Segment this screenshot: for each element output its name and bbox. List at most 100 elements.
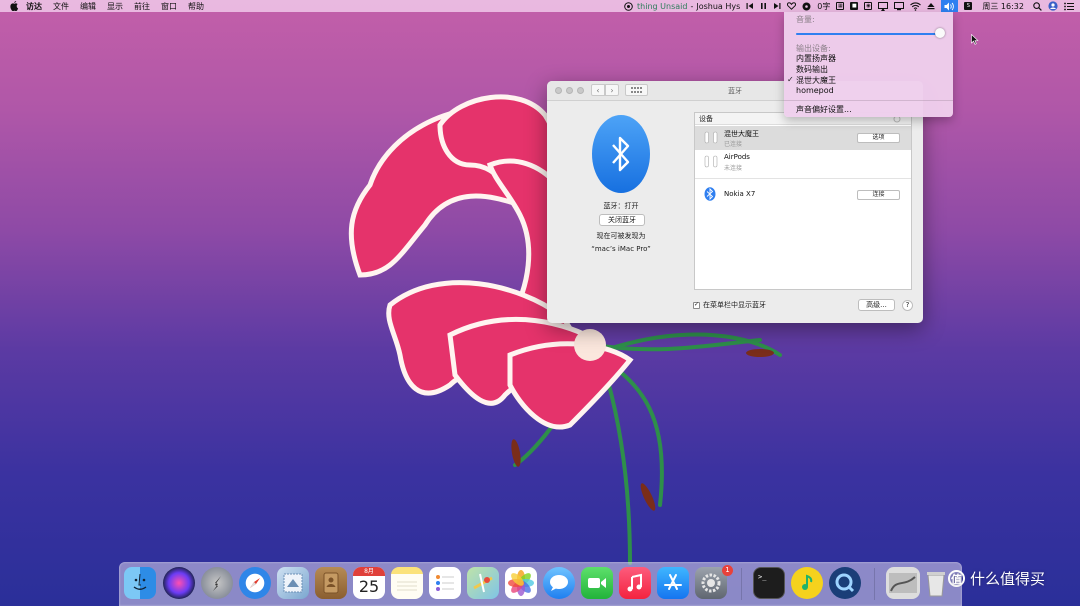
heart-icon[interactable] [787, 0, 797, 12]
device-name: AirPods [724, 153, 750, 161]
camera-icon[interactable]: ◉ [864, 0, 873, 12]
earbuds-icon [704, 131, 718, 144]
airpods-icon [704, 155, 718, 168]
turn-off-bluetooth-button[interactable]: 关闭蓝牙 [599, 214, 645, 226]
messages-icon[interactable] [543, 567, 575, 599]
apple-icon[interactable] [10, 1, 20, 11]
volume-slider-knob[interactable] [934, 28, 945, 38]
menu-bar: 访达 文件 编辑 显示 前往 窗口 帮助 thing Unsaid - Josh… [0, 0, 1080, 12]
song-artist: Joshua Hys [696, 1, 741, 11]
discoverable-label: 现在可被发现为 [596, 232, 646, 240]
menu-help[interactable]: 帮助 [188, 1, 204, 12]
input-method-icon[interactable]: S [964, 0, 973, 12]
maps-icon[interactable] [467, 567, 499, 599]
dock-separator [874, 568, 875, 600]
watermark: 值 什么值得买 [948, 568, 1045, 589]
now-playing[interactable]: thing Unsaid - Joshua Hys [624, 0, 740, 12]
trash-icon[interactable] [922, 567, 950, 599]
volume-slider[interactable] [796, 33, 941, 35]
reminders-icon[interactable] [429, 567, 461, 599]
user-avatar-icon[interactable] [1048, 0, 1058, 12]
menu-view[interactable]: 显示 [107, 1, 123, 12]
mouse-cursor-icon [971, 34, 979, 45]
computer-name: “mac’s iMac Pro” [591, 245, 651, 253]
fan-icon[interactable] [802, 0, 811, 12]
show-in-menubar-checkbox[interactable]: ✓ [693, 301, 700, 309]
device-name: 混世大魔王 [724, 130, 759, 138]
bluetooth-device-icon [704, 187, 716, 201]
device-connect-button[interactable]: 连接 [857, 190, 900, 200]
facetime-icon[interactable] [581, 567, 613, 599]
notification-badge: 1 [722, 565, 733, 576]
finder-icon[interactable] [124, 567, 156, 599]
output-option-hunshi[interactable]: 混世大魔王 [796, 75, 836, 86]
safari-icon[interactable] [239, 567, 271, 599]
song-separator: - [690, 1, 694, 11]
output-option-digital[interactable]: 数码输出 [796, 64, 828, 75]
list-divider [695, 178, 911, 179]
volume-icon[interactable] [941, 0, 959, 12]
word-count-status[interactable]: 0字 [817, 0, 830, 12]
launchpad-icon[interactable] [201, 567, 233, 599]
display-icon[interactable] [894, 0, 905, 12]
qq-music-icon[interactable] [791, 567, 823, 599]
devices-list: 设备 混世大魔王 已连接 选项 AirPods 未连接 Nokia X7 连接 [694, 112, 912, 290]
menu-file[interactable]: 文件 [53, 1, 69, 12]
eject-icon[interactable] [927, 0, 935, 12]
square-app-icon[interactable]: ■ [850, 0, 859, 12]
spotlight-search-icon[interactable] [1033, 0, 1042, 12]
siri-icon[interactable] [163, 567, 195, 599]
menu-window[interactable]: 窗口 [161, 1, 177, 12]
watermark-logo: 值 [948, 570, 965, 587]
device-row-hunshi[interactable]: 混世大魔王 已连接 选项 [695, 126, 911, 150]
contacts-icon[interactable] [315, 567, 347, 599]
music-app-icon [624, 1, 633, 11]
bluetooth-status: 蓝牙：打开 [603, 202, 639, 210]
terminal-prompt: >_ [758, 573, 767, 581]
device-row-nokia[interactable]: Nokia X7 连接 [695, 183, 911, 207]
sound-preferences-item[interactable]: 声音偏好设置... [796, 104, 852, 115]
show-bluetooth-in-menubar[interactable]: ✓ 在菜单栏中显示蓝牙 [693, 300, 766, 310]
volume-menu: 音量: 输出设备: 内置扬声器 数码输出 ✓ 混世大魔王 homepod 声音偏… [784, 12, 953, 117]
notification-center-icon[interactable] [1064, 0, 1074, 12]
calendar-day: 25 [358, 577, 380, 596]
device-status: 未连接 [724, 165, 743, 172]
photos-icon[interactable] [505, 567, 537, 599]
output-option-homepod[interactable]: homepod [796, 86, 834, 95]
calendar-icon[interactable]: 8月 25 [353, 567, 385, 599]
menu-divider [784, 100, 953, 101]
checkmark-icon: ✓ [787, 75, 794, 84]
help-button[interactable]: ? [902, 300, 913, 311]
output-option-builtin[interactable]: 内置扬声器 [796, 53, 836, 64]
device-status: 已连接 [724, 141, 743, 148]
screenshot-thumbnail-icon[interactable] [886, 567, 920, 599]
airplay-icon[interactable] [878, 0, 889, 12]
notes-icon[interactable] [391, 567, 423, 599]
song-title: thing Unsaid [637, 1, 688, 11]
show-in-menubar-label: 在菜单栏中显示蓝牙 [703, 301, 766, 309]
device-row-airpods[interactable]: AirPods 未连接 [695, 150, 911, 174]
volume-slider-fill [796, 33, 940, 35]
app-store-icon[interactable] [657, 567, 689, 599]
dock: 8月 25 1 >_ [119, 562, 962, 606]
advanced-button[interactable]: 高级... [858, 299, 895, 311]
watermark-text: 什么值得买 [970, 570, 1046, 588]
pause-icon[interactable] [760, 0, 767, 12]
terminal-icon[interactable]: >_ [753, 567, 785, 599]
device-options-button[interactable]: 选项 [857, 133, 900, 143]
clock[interactable]: 周三 16:32 [982, 0, 1024, 12]
status-area: thing Unsaid - Joshua Hys 0字 ▦ ■ ◉ S 周三 … [624, 0, 1080, 12]
grid-icon[interactable]: ▦ [836, 0, 845, 12]
music-icon[interactable] [619, 567, 651, 599]
dock-separator [741, 568, 742, 600]
quicktime-icon[interactable] [829, 567, 861, 599]
previous-track-icon[interactable] [746, 0, 754, 12]
menu-finder[interactable]: 访达 [26, 1, 42, 12]
calendar-month: 8月 [353, 567, 385, 576]
mail-stamp-icon[interactable] [277, 567, 309, 599]
next-track-icon[interactable] [773, 0, 781, 12]
volume-label: 音量: [796, 15, 815, 24]
menu-go[interactable]: 前往 [134, 1, 150, 12]
wifi-icon[interactable] [910, 0, 922, 12]
menu-edit[interactable]: 编辑 [80, 1, 96, 12]
